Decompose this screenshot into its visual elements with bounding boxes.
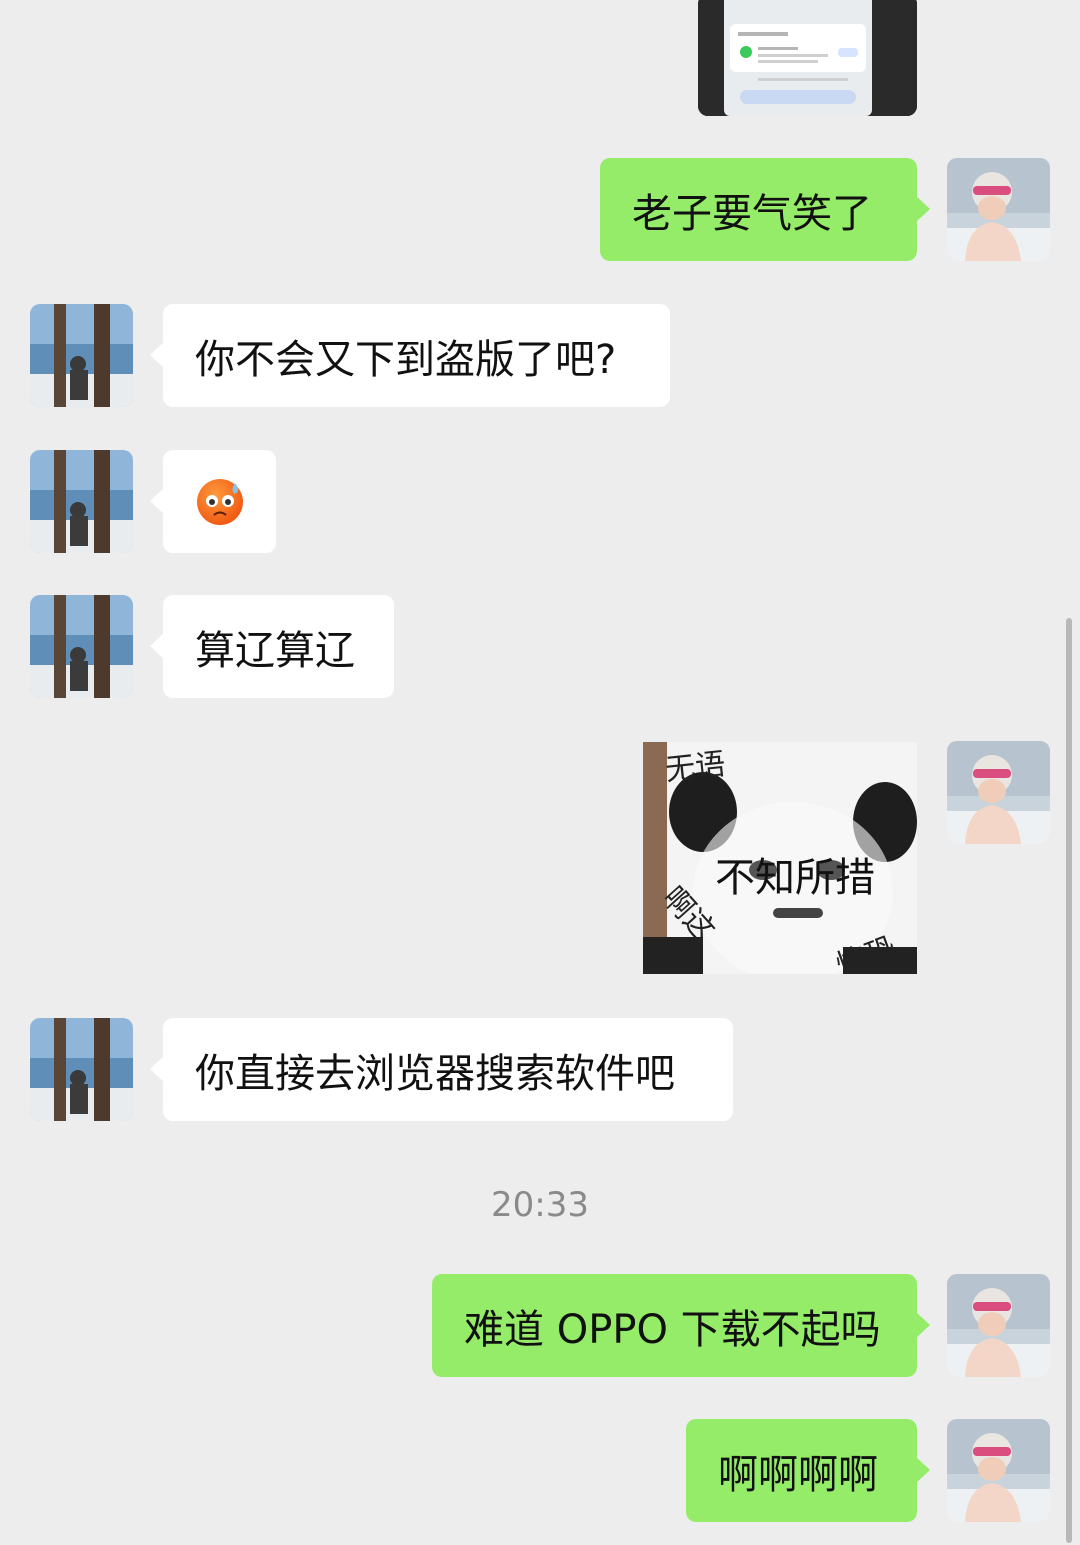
avatar-photo [30,450,133,553]
contact-avatar[interactable] [30,595,133,698]
my-avatar[interactable] [947,1274,1050,1377]
image-message-thumbnail[interactable] [698,0,917,116]
message-text: 啊啊啊啊 [718,1451,878,1498]
message-text: 你不会又下到盗版了吧? [195,336,617,383]
outgoing-message-bubble[interactable]: 难道 OPPO 下载不起吗 [432,1274,930,1377]
my-avatar[interactable] [947,1419,1050,1522]
chat-scrollbar[interactable] [1066,618,1072,1543]
my-avatar[interactable] [947,158,1050,261]
contact-avatar[interactable] [30,1018,133,1121]
avatar-photo [947,1419,1050,1522]
contact-avatar[interactable] [30,304,133,407]
message-text: 难道 OPPO 下载不起吗 [464,1306,881,1353]
avatar-photo [30,304,133,407]
avatar-photo [947,741,1050,844]
incoming-message-bubble[interactable]: 你直接去浏览器搜索软件吧 [150,1018,733,1121]
avatar-photo [947,158,1050,261]
incoming-emoji-bubble[interactable] [150,450,276,553]
message-text: 算辽算辽 [195,627,355,674]
contact-avatar[interactable] [30,450,133,553]
incoming-message-bubble[interactable]: 算辽算辽 [150,595,394,698]
sticker-label-center: 不知所措 [715,855,875,901]
chat-timestamp: 20:33 [491,1185,589,1225]
outgoing-message-bubble[interactable]: 啊啊啊啊 [686,1419,930,1522]
outgoing-message-bubble[interactable]: 老子要气笑了 [600,158,930,261]
avatar-photo [30,595,133,698]
my-avatar[interactable] [947,741,1050,844]
anxious-sweat-emoji-icon [196,478,243,525]
avatar-photo [947,1274,1050,1377]
sticker-label-top: 无语 [663,746,728,789]
avatar-photo [30,1018,133,1121]
phone-screenshot-image [698,0,917,116]
panda-meme-sticker[interactable]: 无语 不知所措 啊这 惊恐 [643,742,917,974]
incoming-message-bubble[interactable]: 你不会又下到盗版了吧? [150,304,670,407]
message-text: 老子要气笑了 [632,190,872,237]
message-text: 你直接去浏览器搜索软件吧 [195,1050,675,1097]
